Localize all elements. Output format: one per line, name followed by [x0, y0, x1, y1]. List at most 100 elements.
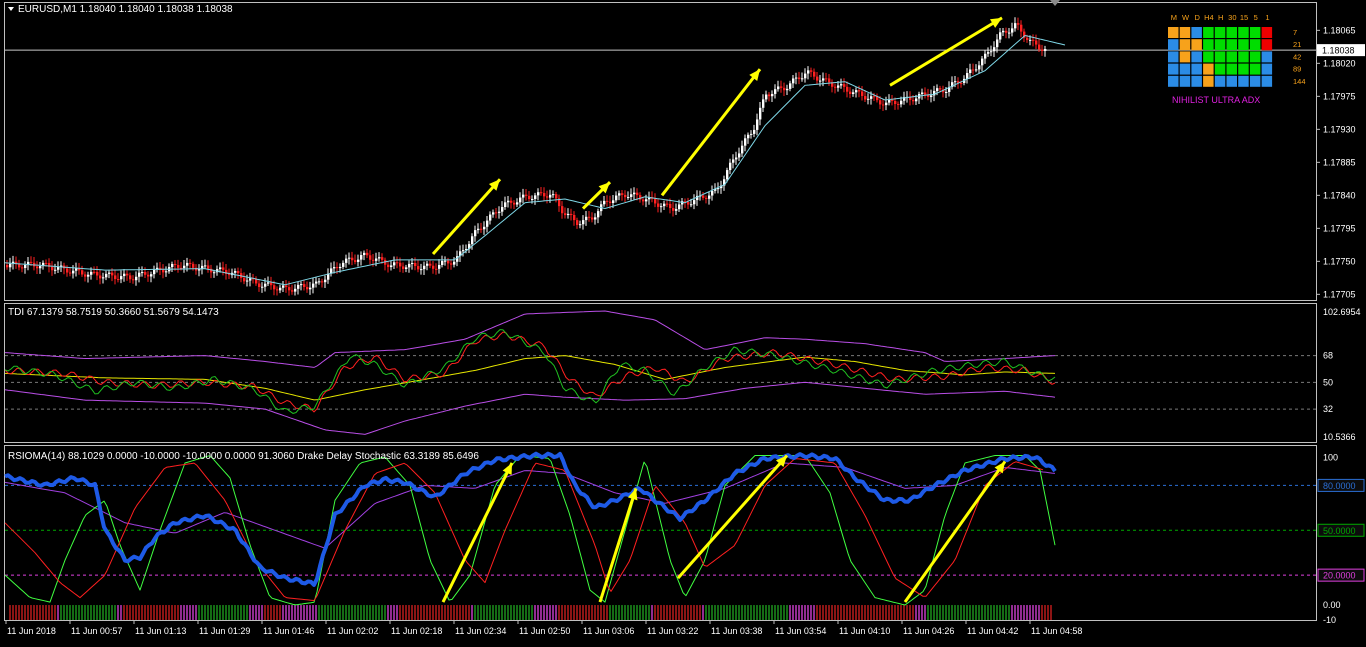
candle-body	[246, 280, 249, 282]
candle-body	[939, 88, 942, 90]
adx-column-label: 15	[1240, 13, 1248, 22]
candle-body	[618, 193, 621, 196]
candle-body	[120, 276, 123, 280]
candle-body	[144, 272, 147, 275]
candle-body	[753, 129, 756, 134]
candle-body	[837, 85, 840, 88]
candle-body	[978, 65, 981, 70]
candle-body	[627, 196, 630, 198]
candle-body	[138, 272, 141, 277]
adx-cell	[1168, 75, 1179, 87]
candle-body	[561, 206, 564, 214]
candle-body	[669, 203, 672, 209]
candle-body	[546, 196, 549, 198]
candle-body	[354, 260, 357, 262]
adx-cell	[1203, 75, 1214, 87]
candle-body	[273, 285, 276, 290]
candle-body	[873, 96, 876, 98]
candle-body	[189, 262, 192, 264]
candle-body	[99, 275, 102, 279]
tdi-line	[4, 331, 1056, 413]
candle-body	[471, 236, 474, 245]
adx-cell	[1214, 63, 1226, 75]
candle-body	[237, 271, 240, 274]
candle-body	[555, 194, 558, 199]
candle-body	[774, 89, 777, 94]
candle-body	[1020, 24, 1023, 32]
candle-body	[1038, 44, 1041, 50]
candle-body	[147, 274, 150, 277]
candle-body	[477, 228, 480, 231]
candle-body	[75, 268, 78, 271]
adx-cell	[1249, 51, 1261, 63]
rsioma-panel[interactable]	[4, 445, 1317, 621]
rsioma-line	[4, 462, 1056, 548]
chart-canvas[interactable]: 1.18065 1.18020 1.17975 1.17930 1.17885 1.178…	[0, 0, 1366, 642]
candle-body	[849, 91, 852, 95]
adx-cell	[1238, 63, 1249, 75]
candle-body	[573, 214, 576, 221]
candle-body	[264, 283, 267, 287]
candle-body	[204, 265, 207, 267]
candle-body	[984, 53, 987, 59]
price-tick-label: 1.17705	[1323, 289, 1356, 299]
candle-body	[183, 265, 186, 269]
candle-body	[126, 273, 129, 276]
candle-body	[672, 208, 675, 211]
trading-chart-window[interactable]: 1.18065 1.18020 1.17975 1.17930 1.17885 1.178…	[0, 0, 1366, 642]
candle-body	[1041, 49, 1044, 51]
candle-body	[879, 100, 882, 105]
candle-body	[711, 190, 714, 196]
candle-body	[381, 257, 384, 260]
tdi-line	[4, 355, 1056, 401]
time-tick-label: 11 Jun 04:10	[839, 626, 890, 636]
candle-body	[585, 216, 588, 221]
candle-body	[243, 278, 246, 282]
adx-cell	[1214, 75, 1226, 87]
candle-body	[633, 192, 636, 195]
candle-body	[141, 272, 144, 274]
adx-cell	[1191, 63, 1202, 75]
adx-column-label: H4	[1204, 13, 1214, 22]
candle-body	[969, 69, 972, 74]
adx-cell	[1191, 75, 1202, 87]
candle-body	[324, 279, 327, 283]
tdi-panel[interactable]	[4, 303, 1317, 443]
candle-body	[576, 220, 579, 225]
rsioma-level-label: 50.0000	[1323, 526, 1356, 536]
adx-cell	[1238, 39, 1249, 51]
collapse-triangle-icon[interactable]	[8, 7, 14, 11]
candle-body	[414, 263, 417, 267]
tdi-line	[4, 381, 1056, 435]
adx-column-label: M	[1171, 13, 1177, 22]
candle-body	[636, 192, 639, 196]
time-tick-label: 11 Jun 03:54	[775, 626, 826, 636]
time-tick-label: 11 Jun 04:26	[903, 626, 954, 636]
candle-body	[747, 134, 750, 139]
candle-body	[453, 261, 456, 265]
candle-body	[261, 286, 264, 288]
candle-body	[1026, 37, 1029, 41]
candle-body	[1002, 30, 1005, 33]
adx-cell	[1179, 51, 1191, 63]
candle-body	[843, 84, 846, 87]
candle-body	[858, 90, 861, 92]
candle-body	[867, 98, 870, 100]
candle-body	[783, 87, 786, 91]
candle-body	[372, 259, 375, 261]
candle-body	[102, 277, 105, 279]
candle-body	[756, 119, 759, 130]
candle-body	[615, 195, 618, 201]
candle-body	[786, 88, 789, 91]
adx-cell	[1226, 51, 1237, 63]
candle-body	[834, 86, 837, 88]
candle-body	[570, 213, 573, 215]
adx-cell	[1191, 51, 1202, 63]
tdi-line	[4, 310, 1056, 368]
candle-body	[441, 260, 444, 265]
candle-body	[816, 76, 819, 81]
candle-body	[732, 159, 735, 163]
candle-body	[9, 263, 12, 268]
price-panel[interactable]	[4, 2, 1317, 301]
tdi-tick-label: 102.6954	[1323, 307, 1361, 317]
